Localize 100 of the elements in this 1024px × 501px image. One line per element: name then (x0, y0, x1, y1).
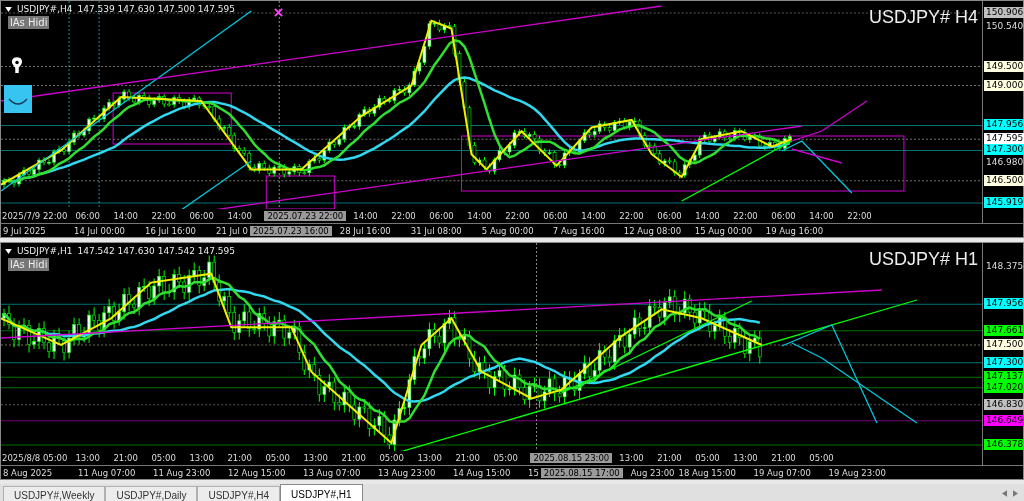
smile-face-icon[interactable] (4, 85, 32, 113)
time-label: 06:00 (542, 211, 569, 221)
price-tag: 147.956 (984, 119, 1024, 131)
time-label: 18 Aug 15:00 (677, 467, 737, 478)
time-label: 16 Jul 16:00 (144, 225, 197, 236)
chart-symbol: USDJPY#,H1 (17, 246, 73, 256)
price-tag: 147.500 (984, 339, 1024, 350)
price-tag: 147.595 (984, 133, 1024, 145)
time-label: 06:00 (188, 211, 215, 221)
time-label: 21:00 (226, 453, 253, 463)
time-label: 05:00 (492, 453, 519, 463)
chart-title: USDJPY# H4 (868, 7, 978, 28)
time-label: 19 Aug 07:00 (752, 467, 812, 478)
price-tag: 147.661 (984, 324, 1024, 336)
time-label: 06:00 (74, 211, 101, 221)
time-label: 06:00 (770, 211, 797, 221)
hide-button[interactable]: lAs Hidi (8, 258, 50, 271)
time-label: 7 Aug 16:00 (551, 225, 606, 236)
price-label: 148.375 (985, 261, 1024, 272)
price-tag: 145.919 (984, 197, 1024, 208)
time-label: 9 Jul 2025 (2, 225, 47, 236)
time-label: 22:00 (846, 211, 873, 221)
time-label: 14:00 (112, 211, 139, 221)
time-label: 14:00 (466, 211, 493, 221)
time-label: 13:00 (74, 453, 101, 463)
cross-mark-icon (274, 8, 283, 17)
time-label: 21:00 (112, 453, 139, 463)
time-label: 11 Aug 07:00 (77, 467, 137, 478)
time-label: 8 Aug 2025 (2, 467, 54, 478)
time-label: 13 Aug 23:00 (377, 467, 437, 478)
time-label: 12 Aug 08:00 (622, 225, 683, 236)
time-label: 14:00 (352, 211, 379, 221)
time-label: Aug 23:00 (629, 467, 676, 478)
time-label: 05:00 (694, 453, 721, 463)
scroll-right-icon[interactable] (1013, 490, 1018, 497)
time-label: 12 Aug 15:00 (227, 467, 287, 478)
chart-symbol: USDJPY#,H4 (17, 4, 73, 14)
time-label: 11 Aug 23:00 (152, 467, 212, 478)
time-label: 5 Aug 00:00 (480, 225, 535, 236)
time-label: 22:00 (390, 211, 417, 221)
dropdown-triangle-icon[interactable] (5, 248, 12, 254)
time-label: 13:00 (618, 453, 645, 463)
price-tag: 146.830 (984, 398, 1024, 410)
price-tag: 146.649 (984, 414, 1024, 426)
time-label: 13:00 (732, 453, 759, 463)
time-label: 19 Aug 16:00 (764, 225, 825, 236)
time-label: 05:00 (264, 453, 291, 463)
price-tag: 149.500 (984, 60, 1024, 72)
crosshair-time-label: 2025.08.15 17:00 (540, 467, 623, 478)
chart-tab[interactable]: USDJPY#,Weekly (3, 486, 106, 501)
time-label: 21 Jul 0 (215, 225, 249, 236)
crosshair-time-label: 2025.07.23 22:00 (264, 211, 347, 221)
time-label: 14:00 (580, 211, 607, 221)
chart-tab[interactable]: USDJPY#,H1 (280, 484, 363, 501)
ohlc-values: 147.542 147.630 147.542 147.595 (77, 246, 235, 256)
ohlc-values: 147.539 147.630 147.500 147.595 (77, 4, 235, 14)
time-label: 15 (527, 467, 540, 478)
price-tag: 147.137 (984, 371, 1024, 383)
price-tag: 147.020 (984, 381, 1024, 393)
crosshair-time-label: 2025.08.15 23:00 (530, 453, 613, 463)
hide-button[interactable]: lAs Hidi (8, 16, 50, 29)
time-label: 31 Jul 08:00 (409, 225, 463, 236)
time-label: 13 Aug 07:00 (302, 467, 362, 478)
time-label: 15 Aug 00:00 (693, 225, 754, 236)
time-label: 13:00 (302, 453, 329, 463)
time-label: 14 Jul 00:00 (73, 225, 126, 236)
time-label: 21:00 (770, 453, 797, 463)
time-label: 14:00 (226, 211, 253, 221)
time-label: 21:00 (656, 453, 683, 463)
price-tag: 147.300 (984, 356, 1024, 368)
price-tag: 149.000 (984, 79, 1024, 91)
time-label: 06:00 (428, 211, 455, 221)
pen-nib-icon[interactable] (10, 56, 24, 74)
time-label: 14:00 (808, 211, 835, 221)
time-label: 2025/7/9 22:00 (1, 211, 69, 221)
price-tag: 146.500 (984, 174, 1024, 186)
time-label: 28 Jul 16:00 (338, 225, 392, 236)
time-label: 2025/8/8 05:00 (1, 453, 69, 463)
time-label: 13:00 (416, 453, 443, 463)
time-label: 22:00 (150, 211, 177, 221)
price-tag: 147.300 (984, 144, 1024, 156)
price-tag: 146.378 (984, 439, 1024, 450)
time-label: 05:00 (808, 453, 835, 463)
chart-tab[interactable]: USDJPY#,Daily (105, 486, 198, 501)
time-label: 06:00 (656, 211, 683, 221)
price-tag: 150.906 (984, 7, 1024, 18)
chart-title: USDJPY# H1 (868, 249, 978, 270)
time-label: 14:00 (694, 211, 721, 221)
time-label: 14 Aug 15:00 (452, 467, 512, 478)
price-label: 146.980 (985, 156, 1024, 168)
time-label: 21:00 (454, 453, 481, 463)
time-label: 22:00 (504, 211, 531, 221)
time-label: 22:00 (618, 211, 645, 221)
time-label: 05:00 (150, 453, 177, 463)
scroll-left-icon[interactable] (1002, 490, 1007, 497)
dropdown-triangle-icon[interactable] (5, 6, 12, 12)
time-label: 19 Aug 23:00 (827, 467, 887, 478)
time-label: 22:00 (732, 211, 759, 221)
chart-tab[interactable]: USDJPY#,H4 (197, 486, 280, 501)
time-label: 21:00 (340, 453, 367, 463)
